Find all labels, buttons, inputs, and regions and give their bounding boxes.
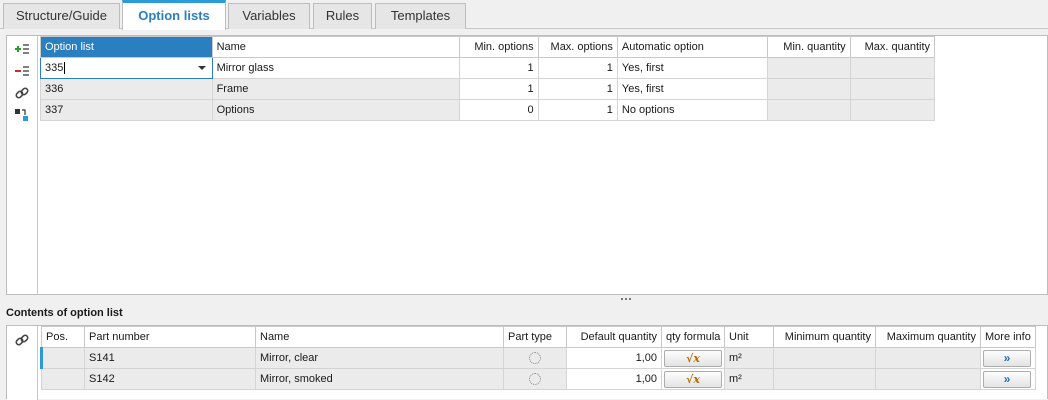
table-row[interactable]: S142 Mirror, smoked 1,00 √x m² » [41, 368, 1036, 390]
tab-variables[interactable]: Variables [228, 3, 310, 29]
more-info-button[interactable]: » [983, 349, 1031, 367]
col-name[interactable]: Name [211, 36, 461, 58]
cell-name[interactable]: Mirror glass [211, 57, 461, 79]
more-info-button[interactable]: » [983, 370, 1031, 388]
table-row[interactable]: 335 Mirror glass 1 1 Yes, first [40, 57, 936, 79]
table-header-row: Option list Name Min. options Max. optio… [40, 36, 936, 58]
cell-name[interactable]: Frame [211, 78, 461, 100]
cell-part-type [503, 368, 567, 390]
table-row[interactable]: 337 Options 0 1 No options [40, 99, 936, 121]
table-row[interactable]: 336 Frame 1 1 Yes, first [40, 78, 936, 100]
col-qty-formula[interactable]: qty formula [661, 326, 725, 348]
cell-max-quantity [849, 78, 936, 100]
cell-default-quantity[interactable]: 1,00 [566, 368, 662, 390]
cell-automatic-option[interactable]: Yes, first [616, 57, 769, 79]
cell-minimum-quantity [773, 368, 876, 390]
cell-option-list-id[interactable]: 336 [40, 78, 213, 100]
splitter-grip-icon[interactable] [621, 298, 633, 300]
cell-min-quantity [767, 78, 851, 100]
cell-maximum-quantity [875, 347, 981, 369]
cell-max-options[interactable]: 1 [537, 57, 618, 79]
option-lists-panel: Option list Name Min. options Max. optio… [6, 35, 1048, 295]
formula-button[interactable]: √x [664, 349, 722, 367]
option-list-id-editor[interactable]: 335 [40, 57, 213, 79]
tab-option-lists[interactable]: Option lists [122, 0, 226, 30]
col-minimum-quantity[interactable]: Minimum quantity [773, 326, 876, 348]
cell-max-options[interactable]: 1 [537, 99, 618, 121]
part-type-icon [529, 373, 541, 386]
link-icon[interactable] [13, 331, 31, 349]
cell-unit: m² [724, 347, 774, 369]
cell-name[interactable]: Options [211, 99, 461, 121]
col-more-info[interactable]: More info [980, 326, 1036, 348]
tab-templates[interactable]: Templates [375, 3, 466, 29]
cell-maximum-quantity [875, 368, 981, 390]
option-list-toolbar [7, 36, 38, 294]
col-unit[interactable]: Unit [724, 326, 774, 348]
contents-toolbar [7, 326, 38, 400]
table-header-row: Pos. Part number Name Part type Default … [41, 326, 1036, 348]
chevron-down-icon[interactable] [197, 66, 206, 70]
cell-max-quantity [849, 99, 936, 121]
col-part-number[interactable]: Part number [84, 326, 256, 348]
cell-part-type [503, 347, 567, 369]
cell-automatic-option[interactable]: No options [616, 99, 769, 121]
col-max-options[interactable]: Max. options [537, 36, 618, 58]
cell-qty-formula: √x [661, 347, 725, 369]
col-maximum-quantity[interactable]: Maximum quantity [875, 326, 981, 348]
cell-min-options[interactable]: 1 [459, 78, 539, 100]
cell-pos[interactable] [41, 368, 85, 390]
cell-automatic-option[interactable]: Yes, first [616, 78, 769, 100]
cell-option-list-id[interactable]: 337 [40, 99, 213, 121]
col-option-list[interactable]: Option list [40, 36, 213, 58]
cell-name[interactable]: Mirror, smoked [255, 368, 504, 390]
col-min-options[interactable]: Min. options [459, 36, 539, 58]
col-min-quantity[interactable]: Min. quantity [767, 36, 851, 58]
col-default-quantity[interactable]: Default quantity [566, 326, 662, 348]
cell-minimum-quantity [773, 347, 876, 369]
cell-part-number[interactable]: S142 [84, 368, 256, 390]
col-name[interactable]: Name [255, 326, 504, 348]
cell-part-number[interactable]: S141 [84, 347, 256, 369]
cell-min-options[interactable]: 1 [459, 57, 539, 79]
contents-table: Pos. Part number Name Part type Default … [40, 326, 1036, 390]
cell-more-info: » [980, 347, 1036, 369]
cell-name[interactable]: Mirror, clear [255, 347, 504, 369]
option-lists-table: Option list Name Min. options Max. optio… [40, 36, 936, 121]
panel-splitter[interactable] [0, 295, 1048, 303]
cell-max-quantity [849, 57, 936, 79]
cell-min-quantity [767, 99, 851, 121]
remove-row-icon[interactable] [13, 62, 31, 80]
col-automatic-option[interactable]: Automatic option [616, 36, 769, 58]
tab-bar: Structure/Guide Option lists Variables R… [0, 0, 1048, 30]
cell-more-info: » [980, 368, 1036, 390]
cell-min-quantity [767, 57, 851, 79]
formula-button[interactable]: √x [664, 370, 722, 388]
table-row[interactable]: S141 Mirror, clear 1,00 √x m² » [40, 347, 1036, 369]
cell-pos[interactable] [40, 347, 85, 369]
cell-unit: m² [724, 368, 774, 390]
cell-max-options[interactable]: 1 [537, 78, 618, 100]
tab-structure-guide[interactable]: Structure/Guide [3, 3, 120, 29]
col-max-quantity[interactable]: Max. quantity [849, 36, 936, 58]
col-part-type[interactable]: Part type [503, 326, 567, 348]
cell-qty-formula: √x [661, 368, 725, 390]
part-type-icon [529, 352, 541, 365]
add-row-icon[interactable] [13, 40, 31, 58]
col-pos[interactable]: Pos. [41, 326, 85, 348]
cell-default-quantity[interactable]: 1,00 [566, 347, 662, 369]
option-list-contents-panel: Pos. Part number Name Part type Default … [6, 325, 1048, 400]
cell-min-options[interactable]: 0 [459, 99, 539, 121]
tab-rules[interactable]: Rules [313, 3, 372, 29]
section-title-contents: Contents of option list [6, 307, 123, 319]
link-icon[interactable] [13, 84, 31, 102]
move-icon[interactable] [13, 106, 31, 124]
